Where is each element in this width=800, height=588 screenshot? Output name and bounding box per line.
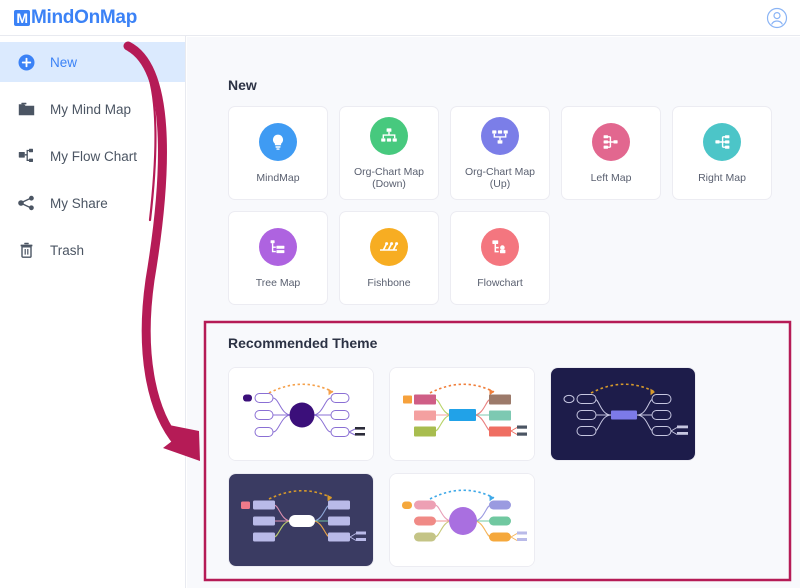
trash-icon xyxy=(16,240,36,260)
template-card-org-chart-map-down[interactable]: Org-Chart Map (Down) xyxy=(339,106,439,200)
sidebar-item-label: New xyxy=(50,54,78,70)
org-chart-up-icon xyxy=(481,116,519,155)
template-card-label: MindMap xyxy=(256,171,300,184)
folder-icon xyxy=(16,99,36,119)
sidebar-item-my-flow-chart[interactable]: My Flow Chart xyxy=(0,136,185,176)
lightbulb-icon xyxy=(259,122,297,161)
new-template-grid: MindMap Org-Chart Map (Down) Org-Chart M… xyxy=(228,106,772,305)
org-chart-down-icon xyxy=(370,116,408,155)
template-card-left-map[interactable]: Left Map xyxy=(561,106,661,200)
logo-text: MindOnMap xyxy=(31,6,138,28)
template-card-label: Flowchart xyxy=(477,276,523,289)
template-card-flowchart[interactable]: Flowchart xyxy=(450,211,550,305)
theme-grid xyxy=(228,367,788,567)
template-card-label: Org-Chart Map (Down) xyxy=(353,165,425,190)
recommended-theme-section: Recommended Theme xyxy=(187,335,800,567)
template-card-label: Org-Chart Map (Up) xyxy=(464,165,536,190)
template-card-tree-map[interactable]: Tree Map xyxy=(228,211,328,305)
template-card-fishbone[interactable]: Fishbone xyxy=(339,211,439,305)
left-map-icon xyxy=(592,122,630,161)
flow-chart-icon xyxy=(16,146,36,166)
template-card-label: Fishbone xyxy=(367,276,411,289)
theme-card-colorful-box[interactable] xyxy=(389,367,535,461)
sidebar-item-label: My Flow Chart xyxy=(50,148,138,164)
recommended-theme-title: Recommended Theme xyxy=(228,335,378,351)
tree-map-icon xyxy=(259,227,297,266)
new-section-title: New xyxy=(228,77,257,93)
sidebar-item-label: My Mind Map xyxy=(50,101,132,117)
user-account-icon[interactable] xyxy=(766,7,788,29)
template-card-label: Left Map xyxy=(590,171,632,184)
sidebar-item-my-share[interactable]: My Share xyxy=(0,183,185,223)
mindonmap-app-window: M MindOnMap New My Mind Map My Flow Char… xyxy=(0,0,800,588)
theme-card-pastel-circle[interactable] xyxy=(389,473,535,567)
template-card-org-chart-map-up[interactable]: Org-Chart Map (Up) xyxy=(450,106,550,200)
flowchart-icon xyxy=(481,227,519,266)
fishbone-icon xyxy=(370,227,408,266)
share-icon xyxy=(16,193,36,213)
sidebar-item-my-mind-map[interactable]: My Mind Map xyxy=(0,89,185,129)
sidebar-item-new[interactable]: New xyxy=(0,42,185,82)
app-logo[interactable]: M MindOnMap xyxy=(14,7,137,29)
theme-card-dark-slate[interactable] xyxy=(228,473,374,567)
sidebar-nav: New My Mind Map My Flow Chart My Share T… xyxy=(0,36,186,588)
logo-mark-icon: M xyxy=(14,9,30,26)
main-content: New MindMap Org-Chart Map (Down) Org-Cha… xyxy=(187,37,800,588)
theme-card-dark-navy[interactable] xyxy=(550,367,696,461)
sidebar-item-label: Trash xyxy=(50,242,85,258)
template-card-label: Tree Map xyxy=(255,276,301,289)
template-card-mindmap[interactable]: MindMap xyxy=(228,106,328,200)
sidebar-item-label: My Share xyxy=(50,195,108,211)
plus-circle-icon xyxy=(16,52,36,72)
sidebar-item-trash[interactable]: Trash xyxy=(0,230,185,270)
template-card-right-map[interactable]: Right Map xyxy=(672,106,772,200)
template-card-label: Right Map xyxy=(698,171,746,184)
right-map-icon xyxy=(703,122,741,161)
app-header: M MindOnMap xyxy=(0,0,800,36)
theme-card-purple-light[interactable] xyxy=(228,367,374,461)
